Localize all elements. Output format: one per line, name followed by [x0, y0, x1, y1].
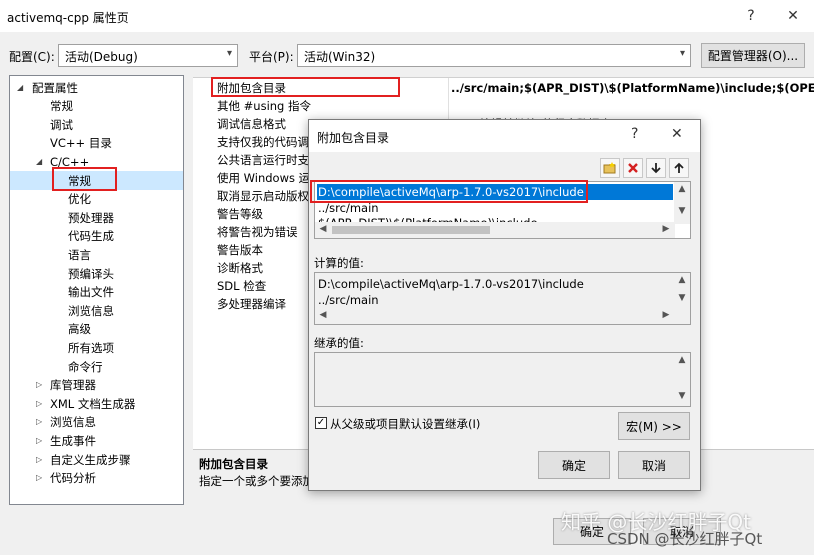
new-line-icon[interactable]: [600, 158, 620, 178]
scroll-up-icon[interactable]: ▲: [674, 355, 690, 365]
grid-row[interactable]: 其他 #using 指令: [193, 97, 814, 115]
inherited-label: 继承的值:: [314, 336, 364, 350]
tree-item-config-props[interactable]: 配置属性: [32, 79, 78, 97]
scroll-right-icon[interactable]: ▶: [658, 224, 674, 234]
inherit-checkbox-label[interactable]: 从父级或项目默认设置继承(I): [330, 416, 480, 432]
tree-item-preprocessor[interactable]: 预处理器: [68, 209, 114, 227]
dialog-help-button[interactable]: ?: [631, 126, 638, 142]
tree-item-general[interactable]: 常规: [50, 97, 73, 115]
chevron-down-icon: ▾: [226, 48, 232, 59]
include-dirs-dialog: 附加包含目录 ? ✕ D:\compile\activeMq\arp-1.7.0…: [308, 119, 701, 491]
scroll-left-icon[interactable]: ◀: [315, 310, 331, 320]
tree-item-all-options[interactable]: 所有选项: [68, 339, 114, 357]
tree-item-xml-doc[interactable]: XML 文档生成器: [50, 395, 135, 413]
highlight-box-grid: [211, 77, 400, 97]
close-icon[interactable]: ✕: [778, 4, 808, 28]
inherit-checkbox[interactable]: ✓: [315, 417, 327, 429]
tree-item-browse-info-2[interactable]: 浏览信息: [50, 413, 96, 431]
config-select[interactable]: 活动(Debug) ▾: [58, 44, 238, 67]
scroll-down-icon[interactable]: ▼: [674, 293, 690, 303]
tree-item-code-analysis[interactable]: 代码分析: [50, 469, 96, 487]
config-manager-button[interactable]: 配置管理器(O)...: [701, 43, 805, 68]
dialog-ok-button[interactable]: 确定: [538, 451, 610, 479]
tree-item-advanced[interactable]: 高级: [68, 320, 91, 338]
move-down-icon[interactable]: [646, 158, 666, 178]
inherited-values-box[interactable]: ▲ ▼: [314, 352, 691, 407]
grid-row-value: ../src/main;$(APR_DIST)\$(PlatformName)\…: [451, 81, 814, 95]
collapse-icon[interactable]: ▷: [36, 376, 42, 394]
tree-item-codegen[interactable]: 代码生成: [68, 227, 114, 245]
dialog-title: 附加包含目录: [317, 131, 390, 145]
config-value: 活动(Debug): [65, 50, 138, 64]
window-titlebar: activemq-cpp 属性页 ? ✕: [0, 0, 814, 32]
tree-item-command-line[interactable]: 命令行: [68, 358, 103, 376]
expand-icon[interactable]: ◢: [36, 153, 42, 171]
scroll-right-icon[interactable]: ▶: [658, 310, 674, 320]
property-tree[interactable]: ◢ 配置属性 常规 调试 VC++ 目录 ◢ C/C++ 常规 优化 预处理器 …: [9, 75, 184, 505]
scroll-down-icon[interactable]: ▼: [674, 206, 690, 216]
collapse-icon[interactable]: ▷: [36, 451, 42, 469]
list-hscrollbar[interactable]: ◀ ▶: [315, 222, 675, 238]
dialog-close-icon[interactable]: ✕: [671, 126, 683, 142]
computed-hscrollbar[interactable]: ◀ ▶: [315, 308, 675, 324]
collapse-icon[interactable]: ▷: [36, 395, 42, 413]
inherited-vscrollbar[interactable]: ▲ ▼: [674, 353, 690, 406]
scroll-left-icon[interactable]: ◀: [315, 224, 331, 234]
scroll-up-icon[interactable]: ▲: [674, 184, 690, 194]
collapse-icon[interactable]: ▷: [36, 469, 42, 487]
tree-item-browse-info[interactable]: 浏览信息: [68, 302, 114, 320]
scroll-up-icon[interactable]: ▲: [674, 275, 690, 285]
watermark-csdn: CSDN @长沙红胖子Qt: [607, 530, 763, 548]
scroll-thumb[interactable]: [332, 226, 490, 234]
highlight-box-dialog: [310, 180, 588, 203]
delete-icon[interactable]: [623, 158, 643, 178]
chevron-down-icon: ▾: [679, 48, 685, 59]
window-title: activemq-cpp 属性页: [7, 11, 129, 25]
collapse-icon[interactable]: ▷: [36, 413, 42, 431]
tree-item-pch[interactable]: 预编译头: [68, 265, 114, 283]
tree-item-language[interactable]: 语言: [68, 246, 91, 264]
platform-label: 平台(P):: [249, 50, 294, 64]
list-vscrollbar[interactable]: ▲ ▼: [674, 182, 690, 224]
description-title: 附加包含目录: [199, 457, 268, 471]
highlight-box-tree: [52, 167, 117, 191]
macro-button[interactable]: 宏(M) >>: [618, 412, 690, 440]
tree-item-output-files[interactable]: 输出文件: [68, 283, 114, 301]
computed-line: D:\compile\activeMq\arp-1.7.0-vs2017\inc…: [318, 277, 584, 291]
platform-select[interactable]: 活动(Win32) ▾: [297, 44, 691, 67]
scroll-down-icon[interactable]: ▼: [674, 391, 690, 401]
computed-vscrollbar[interactable]: ▲ ▼: [674, 273, 690, 309]
collapse-icon[interactable]: ▷: [36, 432, 42, 450]
tree-item-custom-build[interactable]: 自定义生成步骤: [50, 451, 131, 469]
tree-item-librarian[interactable]: 库管理器: [50, 376, 96, 394]
help-button[interactable]: ?: [736, 4, 766, 28]
computed-label: 计算的值:: [314, 256, 364, 270]
platform-value: 活动(Win32): [304, 50, 376, 64]
expand-icon[interactable]: ◢: [17, 79, 23, 97]
dialog-titlebar: 附加包含目录 ? ✕: [309, 120, 700, 152]
config-label: 配置(C):: [9, 50, 55, 64]
tree-item-optimization[interactable]: 优化: [68, 190, 91, 208]
grid-row-name: 其他 #using 指令: [217, 99, 312, 113]
tree-item-debug[interactable]: 调试: [50, 116, 73, 134]
computed-values-box[interactable]: D:\compile\activeMq\arp-1.7.0-vs2017\inc…: [314, 272, 691, 325]
computed-line: ../src/main: [318, 293, 379, 307]
tree-item-vc-dirs[interactable]: VC++ 目录: [50, 134, 112, 152]
move-up-icon[interactable]: [669, 158, 689, 178]
dialog-cancel-button[interactable]: 取消: [618, 451, 690, 479]
description-text: 指定一个或多个要添加: [199, 474, 314, 488]
tree-item-build-events[interactable]: 生成事件: [50, 432, 96, 450]
